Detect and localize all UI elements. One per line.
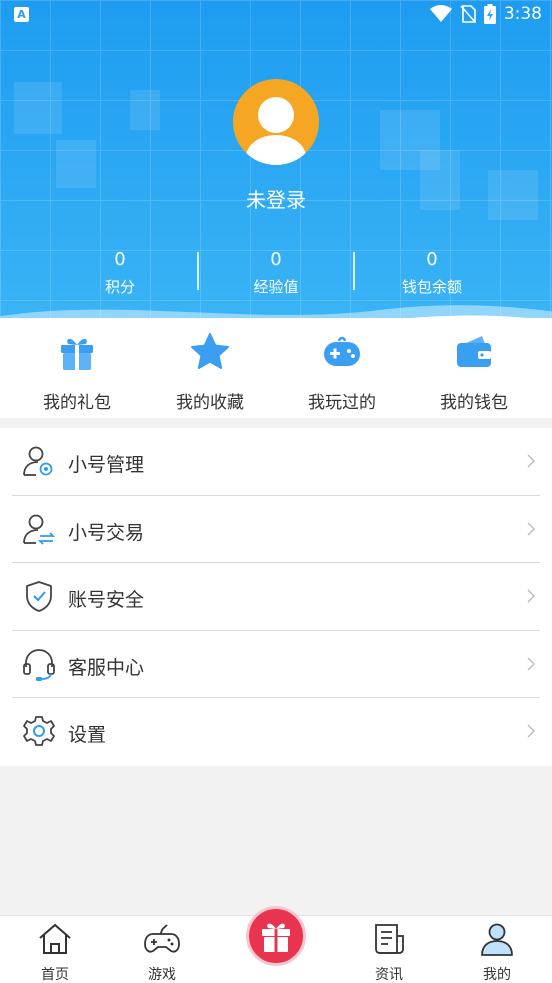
news-icon (375, 924, 404, 954)
chevron-right-icon (527, 589, 535, 603)
headset-icon (23, 648, 55, 681)
quick-actions: 我的礼包 我的收藏 我玩过的 我的钱包 (0, 318, 552, 418)
menu-item-settings[interactable]: 设置 (12, 698, 540, 766)
menu-label: 账号安全 (68, 589, 145, 611)
default-user-icon (246, 97, 306, 165)
chevron-right-icon (527, 657, 535, 670)
settings-menu: 小号管理 小号交易 账号安全 客服中心 设置 (0, 428, 552, 766)
status-time: 3:38 (503, 4, 542, 24)
login-status-text[interactable]: 未登录 (0, 184, 552, 213)
avatar[interactable] (233, 79, 319, 165)
nav-label: 资讯 (375, 967, 403, 983)
quick-label: 我的收藏 (176, 393, 244, 413)
menu-label: 客服中心 (68, 656, 145, 679)
nav-profile[interactable]: 我的 (442, 922, 552, 983)
wallet-icon (457, 336, 491, 367)
menu-item-alt-account-trading[interactable]: 小号交易 (12, 496, 540, 563)
profile-icon (481, 923, 513, 956)
stat-wallet-balance[interactable]: 0 钱包余额 (340, 248, 524, 297)
gift-icon (262, 923, 290, 952)
nav-games[interactable]: 游戏 (107, 922, 217, 983)
gamepad-outline-icon (144, 924, 180, 953)
nav-label: 首页 (41, 967, 69, 983)
nav-label: 我的 (483, 967, 511, 983)
decor-square (130, 90, 160, 130)
star-icon (191, 333, 229, 369)
nav-home[interactable]: 首页 (0, 922, 110, 983)
user-exchange-icon (23, 514, 56, 545)
quick-my-gifts[interactable]: 我的礼包 (8, 330, 146, 413)
user-settings-icon (23, 446, 53, 476)
shield-check-icon (26, 581, 52, 612)
center-gift-button[interactable] (246, 906, 306, 966)
quick-label: 我的钱包 (440, 393, 508, 413)
quick-my-wallet[interactable]: 我的钱包 (405, 330, 543, 413)
app-notification-icon: A (14, 7, 29, 22)
menu-item-alt-account-management[interactable]: 小号管理 (12, 428, 540, 496)
stat-label: 钱包余额 (401, 278, 462, 296)
menu-item-customer-service[interactable]: 客服中心 (12, 631, 540, 698)
home-icon (39, 923, 71, 954)
gear-icon (23, 716, 55, 746)
menu-label: 小号交易 (68, 521, 145, 544)
menu-label: 设置 (68, 724, 107, 746)
battery-charging-icon (483, 4, 496, 24)
decor-square (14, 82, 62, 134)
no-sim-icon (460, 5, 476, 23)
gamepad-icon (324, 336, 360, 366)
decor-square (56, 140, 96, 188)
quick-label: 我玩过的 (308, 393, 376, 413)
gift-icon (61, 338, 93, 370)
chevron-right-icon (527, 454, 535, 468)
chevron-right-icon (527, 724, 535, 738)
stat-value: 0 (426, 249, 438, 270)
menu-label: 小号管理 (68, 454, 145, 476)
status-bar: A 3:38 (0, 0, 552, 30)
profile-header: A 3:38 未登录 0 积分 0 经验值 0 钱包余额 (0, 0, 552, 330)
quick-played-games[interactable]: 我玩过的 (273, 330, 411, 413)
menu-item-account-security[interactable]: 账号安全 (12, 563, 540, 631)
nav-news[interactable]: 资讯 (334, 922, 444, 983)
nav-label: 游戏 (148, 967, 176, 983)
chevron-right-icon (527, 522, 535, 535)
quick-my-favorites[interactable]: 我的收藏 (141, 330, 279, 413)
wifi-icon (429, 5, 452, 22)
quick-label: 我的礼包 (43, 393, 111, 413)
